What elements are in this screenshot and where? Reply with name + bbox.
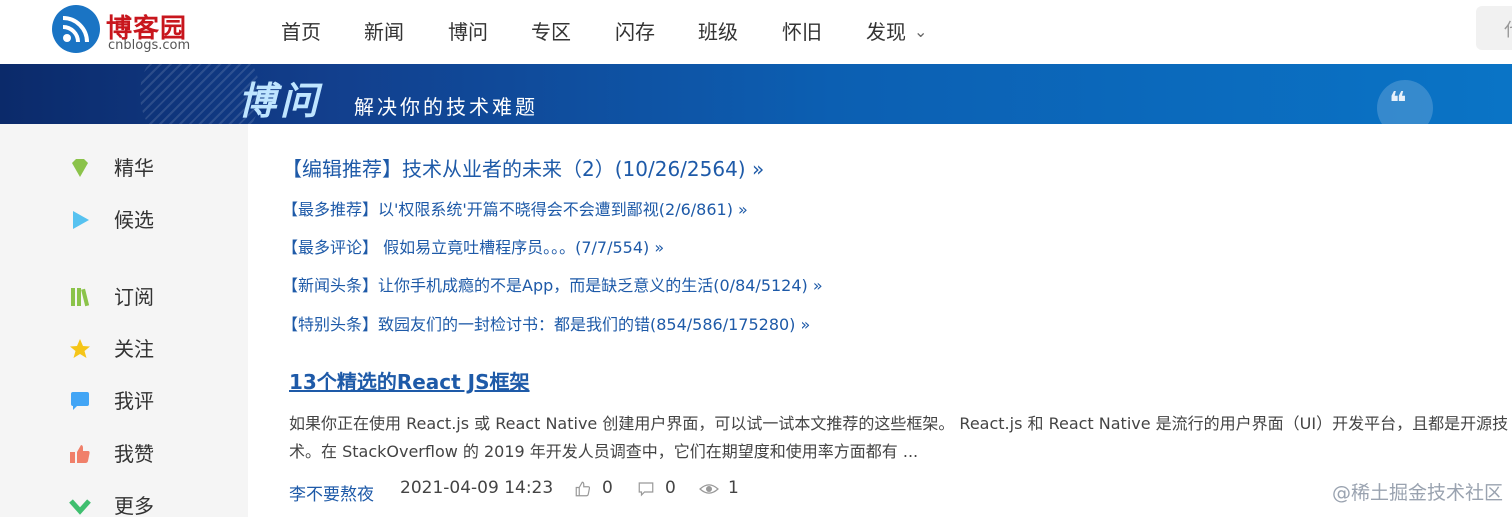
nav-discover[interactable]: 发现 ⌄ bbox=[866, 16, 927, 45]
nav-zone[interactable]: 专区 bbox=[531, 16, 571, 45]
books-icon bbox=[71, 288, 90, 307]
quote-icon: ❝ bbox=[1377, 80, 1433, 124]
sidebar-item-label: 候选 bbox=[114, 208, 154, 232]
article-title[interactable]: 13个精选的React JS框架 bbox=[289, 366, 530, 395]
eye-icon bbox=[699, 484, 719, 494]
top-navigation: 博客园 cnblogs.com 首页 新闻 博问 专区 闪存 班级 怀旧 发现 ⌄… bbox=[0, 0, 1512, 64]
nav-news[interactable]: 新闻 bbox=[364, 16, 404, 45]
search-placeholder: 代 bbox=[1504, 16, 1512, 42]
like-count: 0 bbox=[602, 478, 613, 498]
play-icon bbox=[73, 211, 89, 229]
nav-nostalgia[interactable]: 怀旧 bbox=[782, 16, 822, 45]
headline-most-commented[interactable]: 【最多评论】 假如易立竟吐槽程序员。。。(7/7/554) » bbox=[282, 234, 664, 258]
comment-icon[interactable] bbox=[637, 480, 655, 498]
search-input[interactable]: 代 bbox=[1476, 6, 1512, 50]
chevron-down-icon bbox=[69, 499, 91, 515]
sidebar-item-label: 关注 bbox=[114, 337, 154, 361]
sidebar-item-label: 更多 bbox=[114, 494, 154, 518]
sidebar: 精华 候选 订阅 关注 我评 我赞 更多 bbox=[0, 124, 248, 518]
sidebar-item-label: 我赞 bbox=[114, 442, 154, 466]
star-icon bbox=[70, 339, 90, 358]
headline-special-top[interactable]: 【特别头条】致园友们的一封检讨书：都是我们的错(854/586/175280) … bbox=[282, 311, 810, 335]
chevron-down-icon: ⌄ bbox=[914, 22, 928, 41]
nav-questions[interactable]: 博问 bbox=[448, 16, 488, 45]
rss-logo-icon bbox=[52, 5, 100, 53]
sidebar-item-label: 订阅 bbox=[114, 285, 154, 309]
thumbs-up-icon[interactable] bbox=[574, 480, 592, 498]
sidebar-item-label: 我评 bbox=[114, 389, 154, 413]
article-summary: 如果你正在使用 React.js 或 React Native 创建用户界面，可… bbox=[289, 414, 1509, 461]
comment-count: 0 bbox=[665, 478, 676, 498]
article-author[interactable]: 李不要熬夜 bbox=[289, 480, 374, 505]
comment-icon bbox=[71, 392, 89, 410]
headline-most-recommended[interactable]: 【最多推荐】以'权限系统'开篇不晓得会不会遭到鄙视(2/6/861) » bbox=[282, 196, 748, 220]
site-logo[interactable]: 博客园 cnblogs.com bbox=[52, 4, 202, 56]
questions-banner: 博问 解决你的技术难题 ❝ bbox=[0, 64, 1512, 124]
banner-title: 博问 bbox=[238, 79, 323, 123]
thumbs-up-icon bbox=[70, 445, 90, 463]
headline-editor-pick[interactable]: 【编辑推荐】技术从业者的未来（2）(10/26/2564) » bbox=[282, 153, 764, 182]
banner-subtitle: 解决你的技术难题 bbox=[354, 95, 538, 119]
nav-flash[interactable]: 闪存 bbox=[615, 16, 655, 45]
sidebar-item-label: 精华 bbox=[114, 156, 154, 180]
headline-news-top[interactable]: 【新闻头条】让你手机成瘾的不是App，而是缺乏意义的生活(0/84/5124) … bbox=[282, 272, 823, 296]
nav-class[interactable]: 班级 bbox=[698, 16, 738, 45]
logo-domain: cnblogs.com bbox=[108, 38, 191, 53]
nav-discover-label: 发现 bbox=[866, 20, 906, 44]
view-count: 1 bbox=[728, 478, 739, 498]
diamond-icon bbox=[72, 159, 88, 177]
watermark: @稀土掘金技术社区 bbox=[1332, 482, 1504, 504]
nav-home[interactable]: 首页 bbox=[281, 16, 321, 45]
article-date: 2021-04-09 14:23 bbox=[400, 478, 554, 498]
